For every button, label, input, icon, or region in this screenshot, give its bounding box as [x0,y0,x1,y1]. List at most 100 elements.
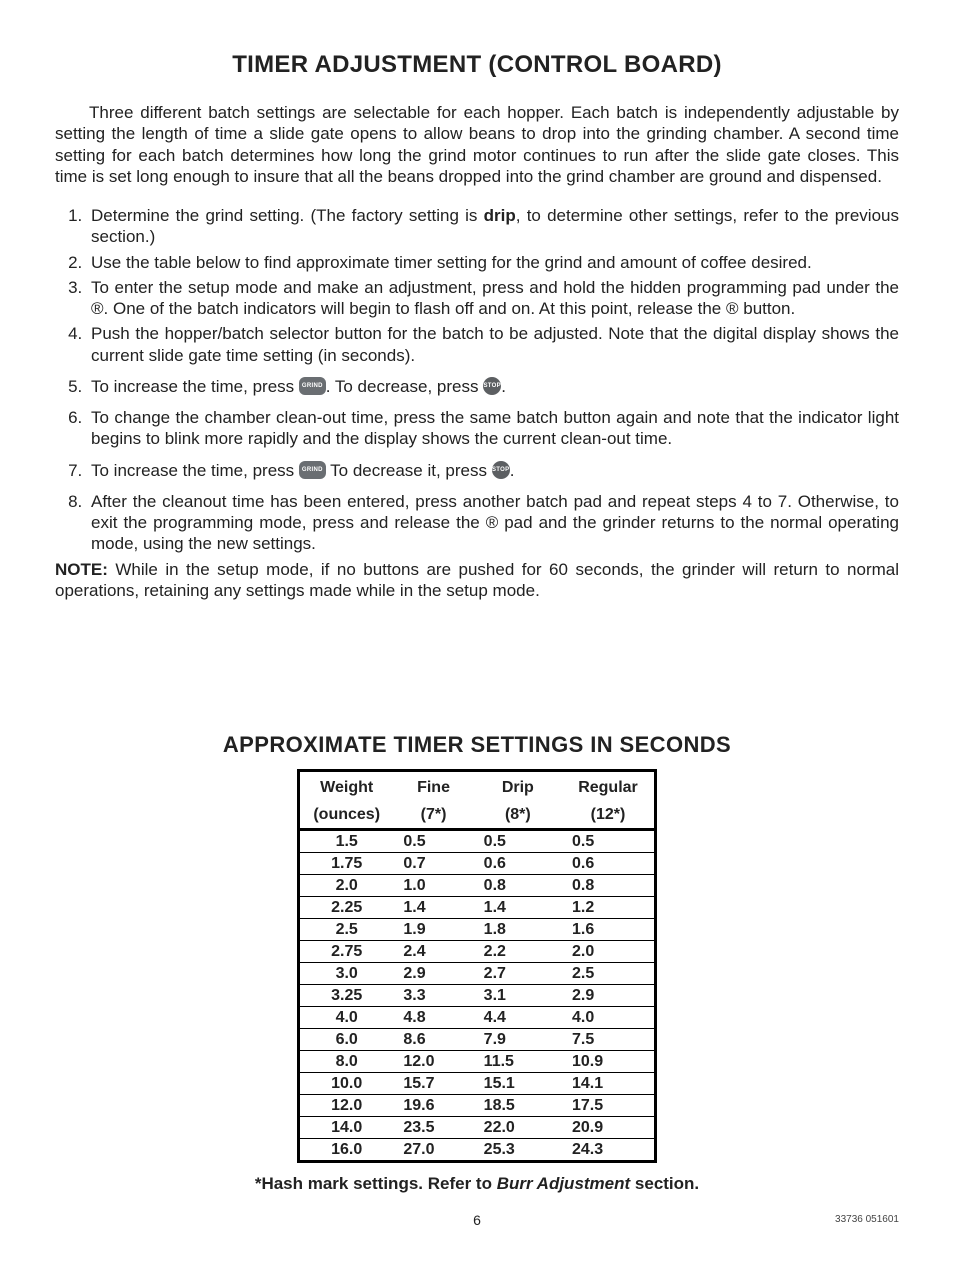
table-cell: 7.5 [562,1028,656,1050]
col-regular-h2: (12*) [562,801,656,830]
step-2: Use the table below to find approximate … [87,252,899,273]
timer-settings-table: Weight Fine Drip Regular (ounces) (7*) (… [297,769,657,1163]
step-5-text-a: To increase the time, press [91,377,299,396]
hash-note-italic: Burr Adjustment [497,1174,631,1193]
table-cell: 0.8 [562,874,656,896]
table-cell: 19.6 [393,1094,473,1116]
table-row: 4.04.84.44.0 [299,1006,656,1028]
step-7-text-a: To increase the time, press [91,461,299,480]
grind-button-icon: GRIND [299,377,326,395]
table-row: 1.750.70.60.6 [299,852,656,874]
table-row: 12.019.618.517.5 [299,1094,656,1116]
table-cell: 10.0 [299,1072,394,1094]
table-cell: 2.0 [299,874,394,896]
table-cell: 18.5 [474,1094,562,1116]
page-title: TIMER ADJUSTMENT (CONTROL BOARD) [55,50,899,80]
grind-button-icon: GRIND [299,461,326,479]
step-1-bold: drip [484,206,516,225]
table-cell: 3.0 [299,962,394,984]
table-cell: 0.7 [393,852,473,874]
table-cell: 1.2 [562,896,656,918]
table-cell: 4.0 [299,1006,394,1028]
step-8: After the cleanout time has been entered… [87,491,899,555]
table-cell: 14.1 [562,1072,656,1094]
table-cell: 15.1 [474,1072,562,1094]
table-cell: 2.75 [299,940,394,962]
table-cell: 2.9 [393,962,473,984]
table-cell: 2.5 [562,962,656,984]
step-7: To increase the time, press GRIND To dec… [87,460,899,481]
table-body: 1.50.50.50.51.750.70.60.62.01.00.80.82.2… [299,829,656,1161]
table-row: 3.253.33.12.9 [299,984,656,1006]
table-cell: 3.3 [393,984,473,1006]
table-cell: 10.9 [562,1050,656,1072]
table-cell: 15.7 [393,1072,473,1094]
table-row: 14.023.522.020.9 [299,1116,656,1138]
table-cell: 3.25 [299,984,394,1006]
table-row: 2.752.42.22.0 [299,940,656,962]
table-cell: 4.4 [474,1006,562,1028]
table-cell: 22.0 [474,1116,562,1138]
table-row: 10.015.715.114.1 [299,1072,656,1094]
document-code: 33736 051601 [835,1214,899,1227]
step-5: To increase the time, press GRIND. To de… [87,376,899,397]
table-cell: 1.6 [562,918,656,940]
hash-note-a: *Hash mark settings. Refer to [255,1174,497,1193]
table-row: 16.027.025.324.3 [299,1138,656,1161]
note-paragraph: NOTE: While in the setup mode, if no but… [55,559,899,602]
table-cell: 0.6 [474,852,562,874]
table-cell: 6.0 [299,1028,394,1050]
col-fine-h2: (7*) [393,801,473,830]
table-cell: 25.3 [474,1138,562,1161]
table-cell: 1.5 [299,829,394,852]
table-cell: 1.4 [474,896,562,918]
table-cell: 8.6 [393,1028,473,1050]
table-cell: 0.5 [393,829,473,852]
table-row: 8.012.011.510.9 [299,1050,656,1072]
table-cell: 3.1 [474,984,562,1006]
col-weight-h2: (ounces) [299,801,394,830]
page-number: 6 [55,1212,899,1230]
table-cell: 20.9 [562,1116,656,1138]
table-cell: 1.9 [393,918,473,940]
table-row: 1.50.50.50.5 [299,829,656,852]
table-cell: 2.5 [299,918,394,940]
col-drip-h2: (8*) [474,801,562,830]
table-cell: 0.5 [562,829,656,852]
page-footer: 6 33736 051601 [55,1212,899,1232]
table-cell: 17.5 [562,1094,656,1116]
table-cell: 2.0 [562,940,656,962]
table-cell: 23.5 [393,1116,473,1138]
intro-paragraph: Three different batch settings are selec… [55,102,899,187]
table-title: APPROXIMATE TIMER SETTINGS IN SECONDS [55,731,899,759]
step-5-text-c: . [501,377,506,396]
table-row: 2.251.41.41.2 [299,896,656,918]
table-cell: 8.0 [299,1050,394,1072]
table-cell: 0.6 [562,852,656,874]
table-cell: 1.8 [474,918,562,940]
step-3: To enter the setup mode and make an adju… [87,277,899,320]
table-cell: 4.8 [393,1006,473,1028]
col-drip-h1: Drip [474,770,562,801]
stop-button-icon: STOP [492,461,510,479]
col-weight-h1: Weight [299,770,394,801]
table-cell: 16.0 [299,1138,394,1161]
step-5-text-b: . To decrease, press [326,377,484,396]
step-6: To change the chamber clean-out time, pr… [87,407,899,450]
table-header-row-2: (ounces) (7*) (8*) (12*) [299,801,656,830]
steps-list: Determine the grind setting. (The factor… [55,205,899,555]
table-cell: 11.5 [474,1050,562,1072]
table-head: Weight Fine Drip Regular (ounces) (7*) (… [299,770,656,829]
table-cell: 27.0 [393,1138,473,1161]
table-cell: 0.5 [474,829,562,852]
table-cell: 2.2 [474,940,562,962]
step-7-text-b: To decrease it, press [326,461,492,480]
table-cell: 2.7 [474,962,562,984]
table-cell: 7.9 [474,1028,562,1050]
table-cell: 12.0 [393,1050,473,1072]
table-cell: 2.25 [299,896,394,918]
table-header-row-1: Weight Fine Drip Regular [299,770,656,801]
col-regular-h1: Regular [562,770,656,801]
table-cell: 2.9 [562,984,656,1006]
table-cell: 1.75 [299,852,394,874]
